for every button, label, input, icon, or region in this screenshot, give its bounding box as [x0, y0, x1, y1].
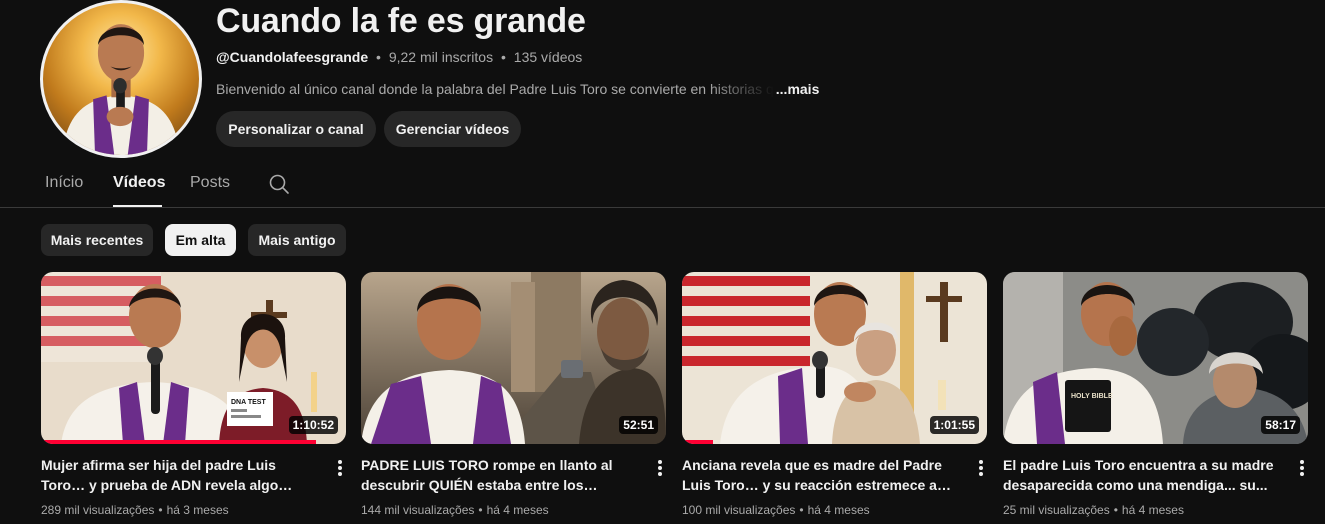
- view-count: 100 mil visualizações: [682, 503, 796, 517]
- upload-age: há 4 meses: [807, 503, 870, 517]
- channel-handle: @Cuandolafeesgrande: [216, 49, 369, 65]
- upload-age: há 4 meses: [1121, 503, 1184, 517]
- channel-title: Cuando la fe es grande: [216, 2, 586, 40]
- meta-separator: •: [376, 49, 381, 65]
- meta-separator: •: [1113, 503, 1118, 517]
- bible-label: HOLY BIBLE: [1071, 393, 1113, 400]
- video-title[interactable]: PADRE LUIS TORO rompe en llanto al descu…: [361, 455, 641, 495]
- video-thumbnail[interactable]: 1:01:55: [682, 272, 987, 444]
- video-title[interactable]: Anciana revela que es madre del Padre Lu…: [682, 455, 962, 495]
- watch-progress-bar: [682, 440, 713, 444]
- video-card[interactable]: 52:51 PADRE LUIS TORO rompe en llanto al…: [361, 272, 666, 517]
- dna-test-label: DNA TEST: [231, 399, 266, 406]
- watch-progress-bar: [41, 440, 316, 444]
- customize-channel-button[interactable]: Personalizar o canal: [216, 111, 376, 147]
- view-count: 25 mil visualizações: [1003, 503, 1110, 517]
- more-options-icon[interactable]: [1296, 458, 1308, 478]
- video-count: 135 vídeos: [513, 49, 583, 65]
- priest-avatar-image: [62, 24, 180, 155]
- more-options-icon[interactable]: [334, 458, 346, 478]
- more-options-icon[interactable]: [975, 458, 987, 478]
- video-title[interactable]: El padre Luis Toro encuentra a su madre …: [1003, 455, 1283, 495]
- chip-popular[interactable]: Em alta: [165, 224, 236, 256]
- video-duration: 52:51: [619, 416, 658, 434]
- chip-oldest[interactable]: Mais antigo: [248, 224, 346, 256]
- meta-separator: •: [500, 49, 506, 65]
- more-options-icon[interactable]: [654, 458, 666, 478]
- channel-avatar[interactable]: [40, 0, 202, 158]
- video-card[interactable]: 1:01:55 Anciana revela que es madre del …: [682, 272, 987, 517]
- upload-age: há 3 meses: [166, 503, 229, 517]
- view-count: 144 mil visualizações: [361, 503, 475, 517]
- tab-home[interactable]: Início: [45, 174, 83, 192]
- video-meta: 289 mil visualizações • há 3 meses: [41, 503, 229, 517]
- video-card[interactable]: HOLY BIBLE 58:17 El padre Luis Toro encu…: [1003, 272, 1308, 517]
- video-thumbnail[interactable]: 52:51: [361, 272, 666, 444]
- chip-most-recent[interactable]: Mais recentes: [41, 224, 153, 256]
- channel-tabs: Início Vídeos Posts: [0, 162, 1325, 208]
- description-text: Bienvenido al único canal donde la palab…: [216, 81, 774, 97]
- video-meta: 25 mil visualizações • há 4 meses: [1003, 503, 1184, 517]
- meta-separator: •: [799, 503, 804, 517]
- video-duration: 1:10:52: [288, 416, 338, 434]
- tab-videos[interactable]: Vídeos: [113, 174, 165, 192]
- meta-separator: •: [478, 503, 483, 517]
- video-meta: 100 mil visualizações • há 4 meses: [682, 503, 870, 517]
- upload-age: há 4 meses: [486, 503, 549, 517]
- video-thumbnail[interactable]: DNA TEST 1:10:52: [41, 272, 346, 444]
- active-tab-indicator: [113, 205, 162, 207]
- description-more-link[interactable]: ...mais: [776, 81, 820, 97]
- tab-posts[interactable]: Posts: [190, 174, 230, 192]
- channel-description[interactable]: Bienvenido al único canal donde la palab…: [216, 81, 819, 97]
- view-count: 289 mil visualizações: [41, 503, 155, 517]
- channel-meta: @Cuandolafeesgrande • 9,22 mil inscritos…: [216, 49, 582, 65]
- video-meta: 144 mil visualizações • há 4 meses: [361, 503, 549, 517]
- video-title[interactable]: Mujer afirma ser hija del padre Luis Tor…: [41, 455, 321, 495]
- video-thumbnail[interactable]: HOLY BIBLE 58:17: [1003, 272, 1308, 444]
- manage-videos-button[interactable]: Gerenciar vídeos: [384, 111, 521, 147]
- video-duration: 58:17: [1261, 416, 1300, 434]
- search-icon[interactable]: [267, 172, 291, 196]
- video-duration: 1:01:55: [929, 416, 979, 434]
- meta-separator: •: [158, 503, 163, 517]
- subscriber-count: 9,22 mil inscritos: [388, 49, 494, 65]
- video-card[interactable]: DNA TEST 1:10:52 Mujer afirma ser hija d…: [41, 272, 346, 517]
